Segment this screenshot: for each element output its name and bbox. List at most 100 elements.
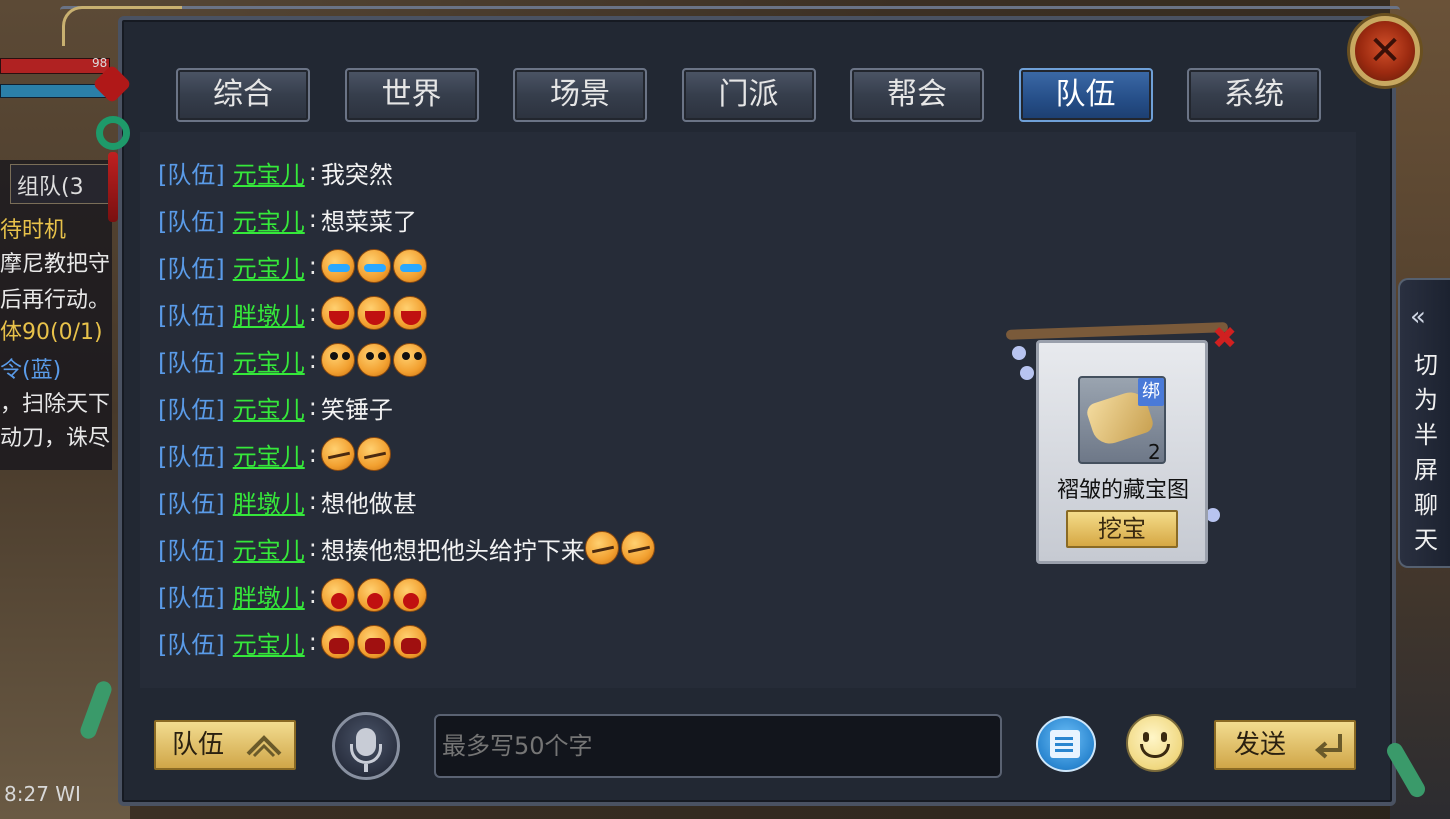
message-text: 想菜菜了 <box>320 207 417 236</box>
emoji-scream-icon <box>356 625 391 659</box>
flower-decoration <box>1012 346 1026 360</box>
chat-input[interactable] <box>434 714 1002 778</box>
caret-up-icon <box>246 735 282 758</box>
channel-tag: [队伍] <box>158 395 225 424</box>
popup-close-icon[interactable]: ✖ <box>1212 324 1237 354</box>
chat-message: [队伍] 元宝儿: 笑锤子 <box>158 387 393 427</box>
separator: : <box>308 487 317 515</box>
half-screen-chat-toggle[interactable]: « 切为半屏聊天 <box>1398 278 1450 568</box>
emoji-angry-icon <box>320 296 355 330</box>
microphone-base <box>364 764 368 772</box>
clock-status: 8:27 WI <box>4 782 81 806</box>
quick-phrase-icon <box>1050 730 1080 758</box>
emoji-button[interactable] <box>1126 714 1184 772</box>
tab-4[interactable]: 帮会 <box>850 68 984 122</box>
half-screen-chat-label: 切为半屏聊天 <box>1413 348 1439 558</box>
message-text: 想揍他想把他头给拧下来 <box>320 536 585 565</box>
quest-line: 摩尼教把守 <box>0 252 111 277</box>
separator: : <box>308 393 317 421</box>
tab-5[interactable]: 队伍 <box>1018 68 1153 122</box>
player-name-link[interactable]: 元宝儿 <box>233 155 305 190</box>
emoji-shout-icon <box>392 578 427 612</box>
chat-message: [队伍] 元宝儿: <box>158 340 429 380</box>
emoji-shout-icon <box>320 578 355 612</box>
tab-2[interactable]: 场景 <box>513 68 647 122</box>
player-name-link[interactable]: 胖墩儿 <box>233 296 305 331</box>
chat-message: [队伍] 元宝儿: <box>158 434 393 474</box>
team-tab[interactable]: 组队(3 <box>10 164 110 204</box>
chat-message: [队伍] 元宝儿: <box>158 622 429 662</box>
close-icon: ✕ <box>1368 28 1402 74</box>
quest-line: 待时机 <box>0 218 67 243</box>
quest-line: 体90(0/1) <box>0 320 103 345</box>
half-screen-chat-char: 天 <box>1414 526 1438 554</box>
player-name-link[interactable]: 元宝儿 <box>233 202 305 237</box>
player-name-link[interactable]: 胖墩儿 <box>233 578 305 613</box>
channel-tag: [队伍] <box>158 254 225 283</box>
separator: : <box>308 581 317 609</box>
jade-ring-icon <box>96 116 130 150</box>
emoji-smirk-icon <box>356 437 391 471</box>
chat-message: [队伍] 胖墩儿: <box>158 293 429 333</box>
message-text: 我突然 <box>320 160 393 189</box>
dig-treasure-button[interactable]: 挖宝 <box>1066 510 1178 548</box>
flower-decoration <box>1020 366 1034 380</box>
player-name-link[interactable]: 元宝儿 <box>233 531 305 566</box>
emoji-smirk-icon <box>320 437 355 471</box>
hp-value: 98 <box>92 56 108 70</box>
item-name: 褶皱的藏宝图 <box>1056 478 1189 503</box>
chat-message: [队伍] 胖墩儿: <box>158 575 429 615</box>
player-name-link[interactable]: 元宝儿 <box>233 390 305 425</box>
half-screen-chat-char: 聊 <box>1414 491 1438 519</box>
player-name-link[interactable]: 元宝儿 <box>233 625 305 660</box>
tab-1[interactable]: 世界 <box>344 68 479 122</box>
half-screen-chat-char: 为 <box>1414 386 1438 414</box>
frame-top-ornament <box>60 6 1400 22</box>
player-name-link[interactable]: 元宝儿 <box>233 437 305 472</box>
separator: : <box>308 346 317 374</box>
close-button[interactable]: ✕ <box>1350 16 1420 86</box>
enter-icon <box>1314 734 1342 759</box>
message-text: 想他做甚 <box>320 489 417 518</box>
emoji-smirk-icon <box>584 531 619 565</box>
emoji-think-icon <box>392 343 427 377</box>
flower-decoration <box>1206 508 1220 522</box>
channel-tag: [队伍] <box>158 442 225 471</box>
channel-tag: [队伍] <box>158 207 225 236</box>
emoji-angry-icon <box>356 296 391 330</box>
chat-message: [队伍] 元宝儿: 想菜菜了 <box>158 199 417 239</box>
quest-line: 后再行动。 <box>0 288 111 313</box>
emoji-think-icon <box>356 343 391 377</box>
separator: : <box>308 158 317 186</box>
emoji-cry-icon <box>320 249 355 283</box>
tab-6[interactable]: 系统 <box>1187 68 1321 122</box>
player-name-link[interactable]: 元宝儿 <box>233 249 305 284</box>
mp-bar <box>0 84 110 98</box>
tab-0[interactable]: 综合 <box>176 68 310 122</box>
emoji-scream-icon <box>320 625 355 659</box>
separator: : <box>308 534 317 562</box>
half-screen-chat-char: 切 <box>1414 351 1438 379</box>
channel-tag: [队伍] <box>158 489 225 518</box>
player-name-link[interactable]: 胖墩儿 <box>233 484 305 519</box>
emoji-think-icon <box>320 343 355 377</box>
tab-3[interactable]: 门派 <box>681 68 816 122</box>
channel-tag: [队伍] <box>158 536 225 565</box>
emoji-smirk-icon <box>620 531 655 565</box>
emoji-cry-icon <box>392 249 427 283</box>
chat-message: [队伍] 元宝儿: 我突然 <box>158 152 393 192</box>
channel-tag: [队伍] <box>158 348 225 377</box>
double-chevron-left-icon: « <box>1410 302 1426 332</box>
separator: : <box>308 252 317 280</box>
quest-line: 令(蓝) <box>0 358 62 383</box>
half-screen-chat-char: 半 <box>1414 421 1438 449</box>
player-name-link[interactable]: 元宝儿 <box>233 343 305 378</box>
channel-tag: [队伍] <box>158 301 225 330</box>
message-text: 笑锤子 <box>320 395 393 424</box>
chat-message: [队伍] 元宝儿: 想揍他想把他头给拧下来 <box>158 528 657 568</box>
emoji-scream-icon <box>392 625 427 659</box>
send-label: 发送 <box>1234 730 1287 760</box>
gold-scroll-ornament <box>62 6 182 46</box>
channel-select-label: 队伍 <box>172 730 225 760</box>
quest-line: ，扫除天下 <box>0 392 111 417</box>
